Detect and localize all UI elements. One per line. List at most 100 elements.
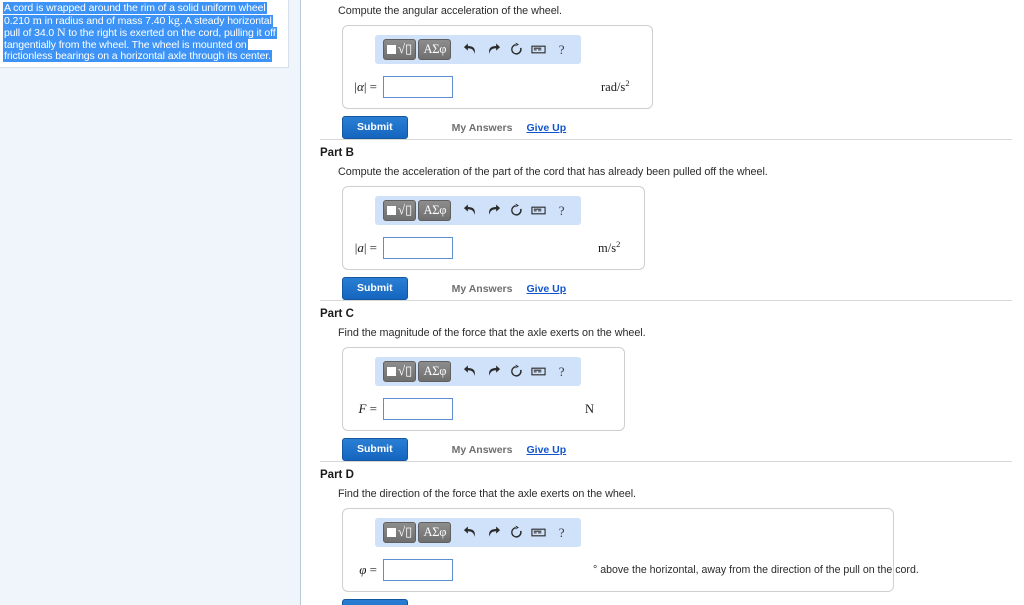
keyboard-icon[interactable] <box>528 39 551 60</box>
help-icon[interactable]: ? <box>550 522 573 543</box>
answer-toolbar: √▯ ΑΣφ? <box>375 196 581 225</box>
answer-units-label: ° above the horizontal, away from the di… <box>593 564 919 576</box>
parts-container: Compute the angular acceleration of the … <box>302 0 1024 605</box>
selected-text: A cord is wrapped around the rim of a so… <box>3 2 277 63</box>
problem-statement-box: A cord is wrapped around the rim of a so… <box>0 0 289 68</box>
submit-row: SubmitMy AnswersGive Up <box>342 599 1024 605</box>
radical-icon: √▯ <box>397 202 413 217</box>
submit-row: Submit My Answers Give Up <box>342 116 1024 139</box>
give-up-link[interactable]: Give Up <box>526 122 566 134</box>
undo-icon[interactable] <box>459 200 482 221</box>
math-template-button[interactable]: √▯ <box>383 522 417 543</box>
keyboard-icon[interactable] <box>528 522 551 543</box>
unit-token: m <box>32 12 42 27</box>
part-section: Part B Compute the acceleration of the pa… <box>302 139 1024 300</box>
redo-icon[interactable] <box>482 361 505 382</box>
submit-row: Submit My Answers Give Up <box>342 277 1024 300</box>
units-text: m/s <box>598 241 617 256</box>
undo-icon[interactable] <box>459 361 482 382</box>
answer-units-label: m/s2 <box>598 239 620 256</box>
part-prompt: Find the magnitude of the force that the… <box>338 327 646 339</box>
problem-sidebar: A cord is wrapped around the rim of a so… <box>0 0 301 605</box>
reset-icon[interactable] <box>505 522 528 543</box>
variable-symbol: φ <box>359 562 367 577</box>
reset-icon[interactable] <box>505 200 528 221</box>
keyboard-icon[interactable] <box>528 200 551 221</box>
radical-icon: √▯ <box>397 363 413 378</box>
answer-box: √▯ ΑΣφ? φ = ° above the horizontal, away fr… <box>342 508 919 592</box>
part-section: Part D Find the direction of the force th… <box>302 461 1024 605</box>
redo-icon[interactable] <box>482 522 505 543</box>
variable-symbol: F <box>358 401 367 416</box>
part-heading: Part B <box>320 147 354 159</box>
submit-button[interactable]: Submit <box>342 277 408 300</box>
greek-symbols-button[interactable]: ΑΣφ <box>418 200 452 221</box>
answer-row: |α| = rad/s2 <box>343 76 652 98</box>
answer-row: φ = ° above the horizontal, away from the… <box>343 559 919 581</box>
redo-icon[interactable] <box>482 200 505 221</box>
answer-input[interactable] <box>383 398 453 420</box>
keyboard-icon[interactable] <box>528 361 551 382</box>
give-up-link[interactable]: Give Up <box>526 444 566 456</box>
my-answers-link[interactable]: My Answers <box>452 444 513 456</box>
my-answers-link[interactable]: My Answers <box>452 283 513 295</box>
submit-button[interactable]: Submit <box>342 438 408 461</box>
math-template-button[interactable]: √▯ <box>383 361 417 382</box>
answer-units-label: N <box>585 402 594 417</box>
radical-icon: √▯ <box>397 524 413 539</box>
part-section: Part C Find the magnitude of the force th… <box>302 300 1024 461</box>
greek-symbols-button[interactable]: ΑΣφ <box>418 522 452 543</box>
answer-variable-label: |a| = <box>354 240 377 255</box>
units-description: above the horizontal, away from the dire… <box>597 564 919 576</box>
units-text: N <box>585 401 595 416</box>
variable-symbol: a <box>357 240 364 255</box>
part-prompt: Compute the angular acceleration of the … <box>338 5 562 17</box>
answer-box: √▯ ΑΣφ? |α| = rad/s2 <box>342 25 653 109</box>
radical-icon: √▯ <box>397 41 413 56</box>
answer-units-label: rad/s2 <box>601 78 630 95</box>
answer-toolbar: √▯ ΑΣφ? <box>375 35 581 64</box>
answer-input[interactable] <box>383 76 453 98</box>
answer-toolbar: √▯ ΑΣφ? <box>375 357 581 386</box>
problem-statement-text[interactable]: A cord is wrapped around the rim of a so… <box>3 2 284 63</box>
give-up-link[interactable]: Give Up <box>526 283 566 295</box>
greek-symbols-button[interactable]: ΑΣφ <box>418 39 452 60</box>
answer-toolbar: √▯ ΑΣφ? <box>375 518 581 547</box>
answer-variable-label: F = <box>358 401 377 416</box>
part-section: Compute the angular acceleration of the … <box>302 0 1024 139</box>
answer-row: F = N <box>343 398 624 420</box>
undo-icon[interactable] <box>459 39 482 60</box>
filled-square-icon <box>386 206 396 215</box>
units-exponent: 2 <box>625 78 630 89</box>
submit-button[interactable]: Submit <box>342 599 408 605</box>
units-text: rad/s <box>601 80 626 95</box>
unit-token: N <box>57 25 66 40</box>
part-prompt: Find the direction of the force that the… <box>338 488 636 500</box>
help-icon[interactable]: ? <box>550 39 573 60</box>
reset-icon[interactable] <box>505 361 528 382</box>
answer-input[interactable] <box>383 559 453 581</box>
filled-square-icon <box>386 367 396 376</box>
answer-box: √▯ ΑΣφ? |a| = m/s2 <box>342 186 645 270</box>
help-icon[interactable]: ? <box>550 200 573 221</box>
greek-symbols-button[interactable]: ΑΣφ <box>418 361 452 382</box>
redo-icon[interactable] <box>482 39 505 60</box>
filled-square-icon <box>386 528 396 537</box>
answer-box: √▯ ΑΣφ? F = N <box>342 347 625 431</box>
math-template-button[interactable]: √▯ <box>383 200 417 221</box>
part-prompt: Compute the acceleration of the part of … <box>338 166 768 178</box>
undo-icon[interactable] <box>459 522 482 543</box>
filled-square-icon <box>386 45 396 54</box>
my-answers-link[interactable]: My Answers <box>452 122 513 134</box>
answer-variable-label: |α| = <box>354 79 377 94</box>
part-heading: Part C <box>320 308 354 320</box>
answer-input[interactable] <box>383 237 453 259</box>
reset-icon[interactable] <box>505 39 528 60</box>
math-template-button[interactable]: √▯ <box>383 39 417 60</box>
variable-symbol: α <box>356 79 364 94</box>
submit-button[interactable]: Submit <box>342 116 408 139</box>
help-icon[interactable]: ? <box>550 361 573 382</box>
unit-token: kg <box>168 12 180 27</box>
answer-row: |a| = m/s2 <box>343 237 644 259</box>
units-exponent: 2 <box>616 239 621 250</box>
